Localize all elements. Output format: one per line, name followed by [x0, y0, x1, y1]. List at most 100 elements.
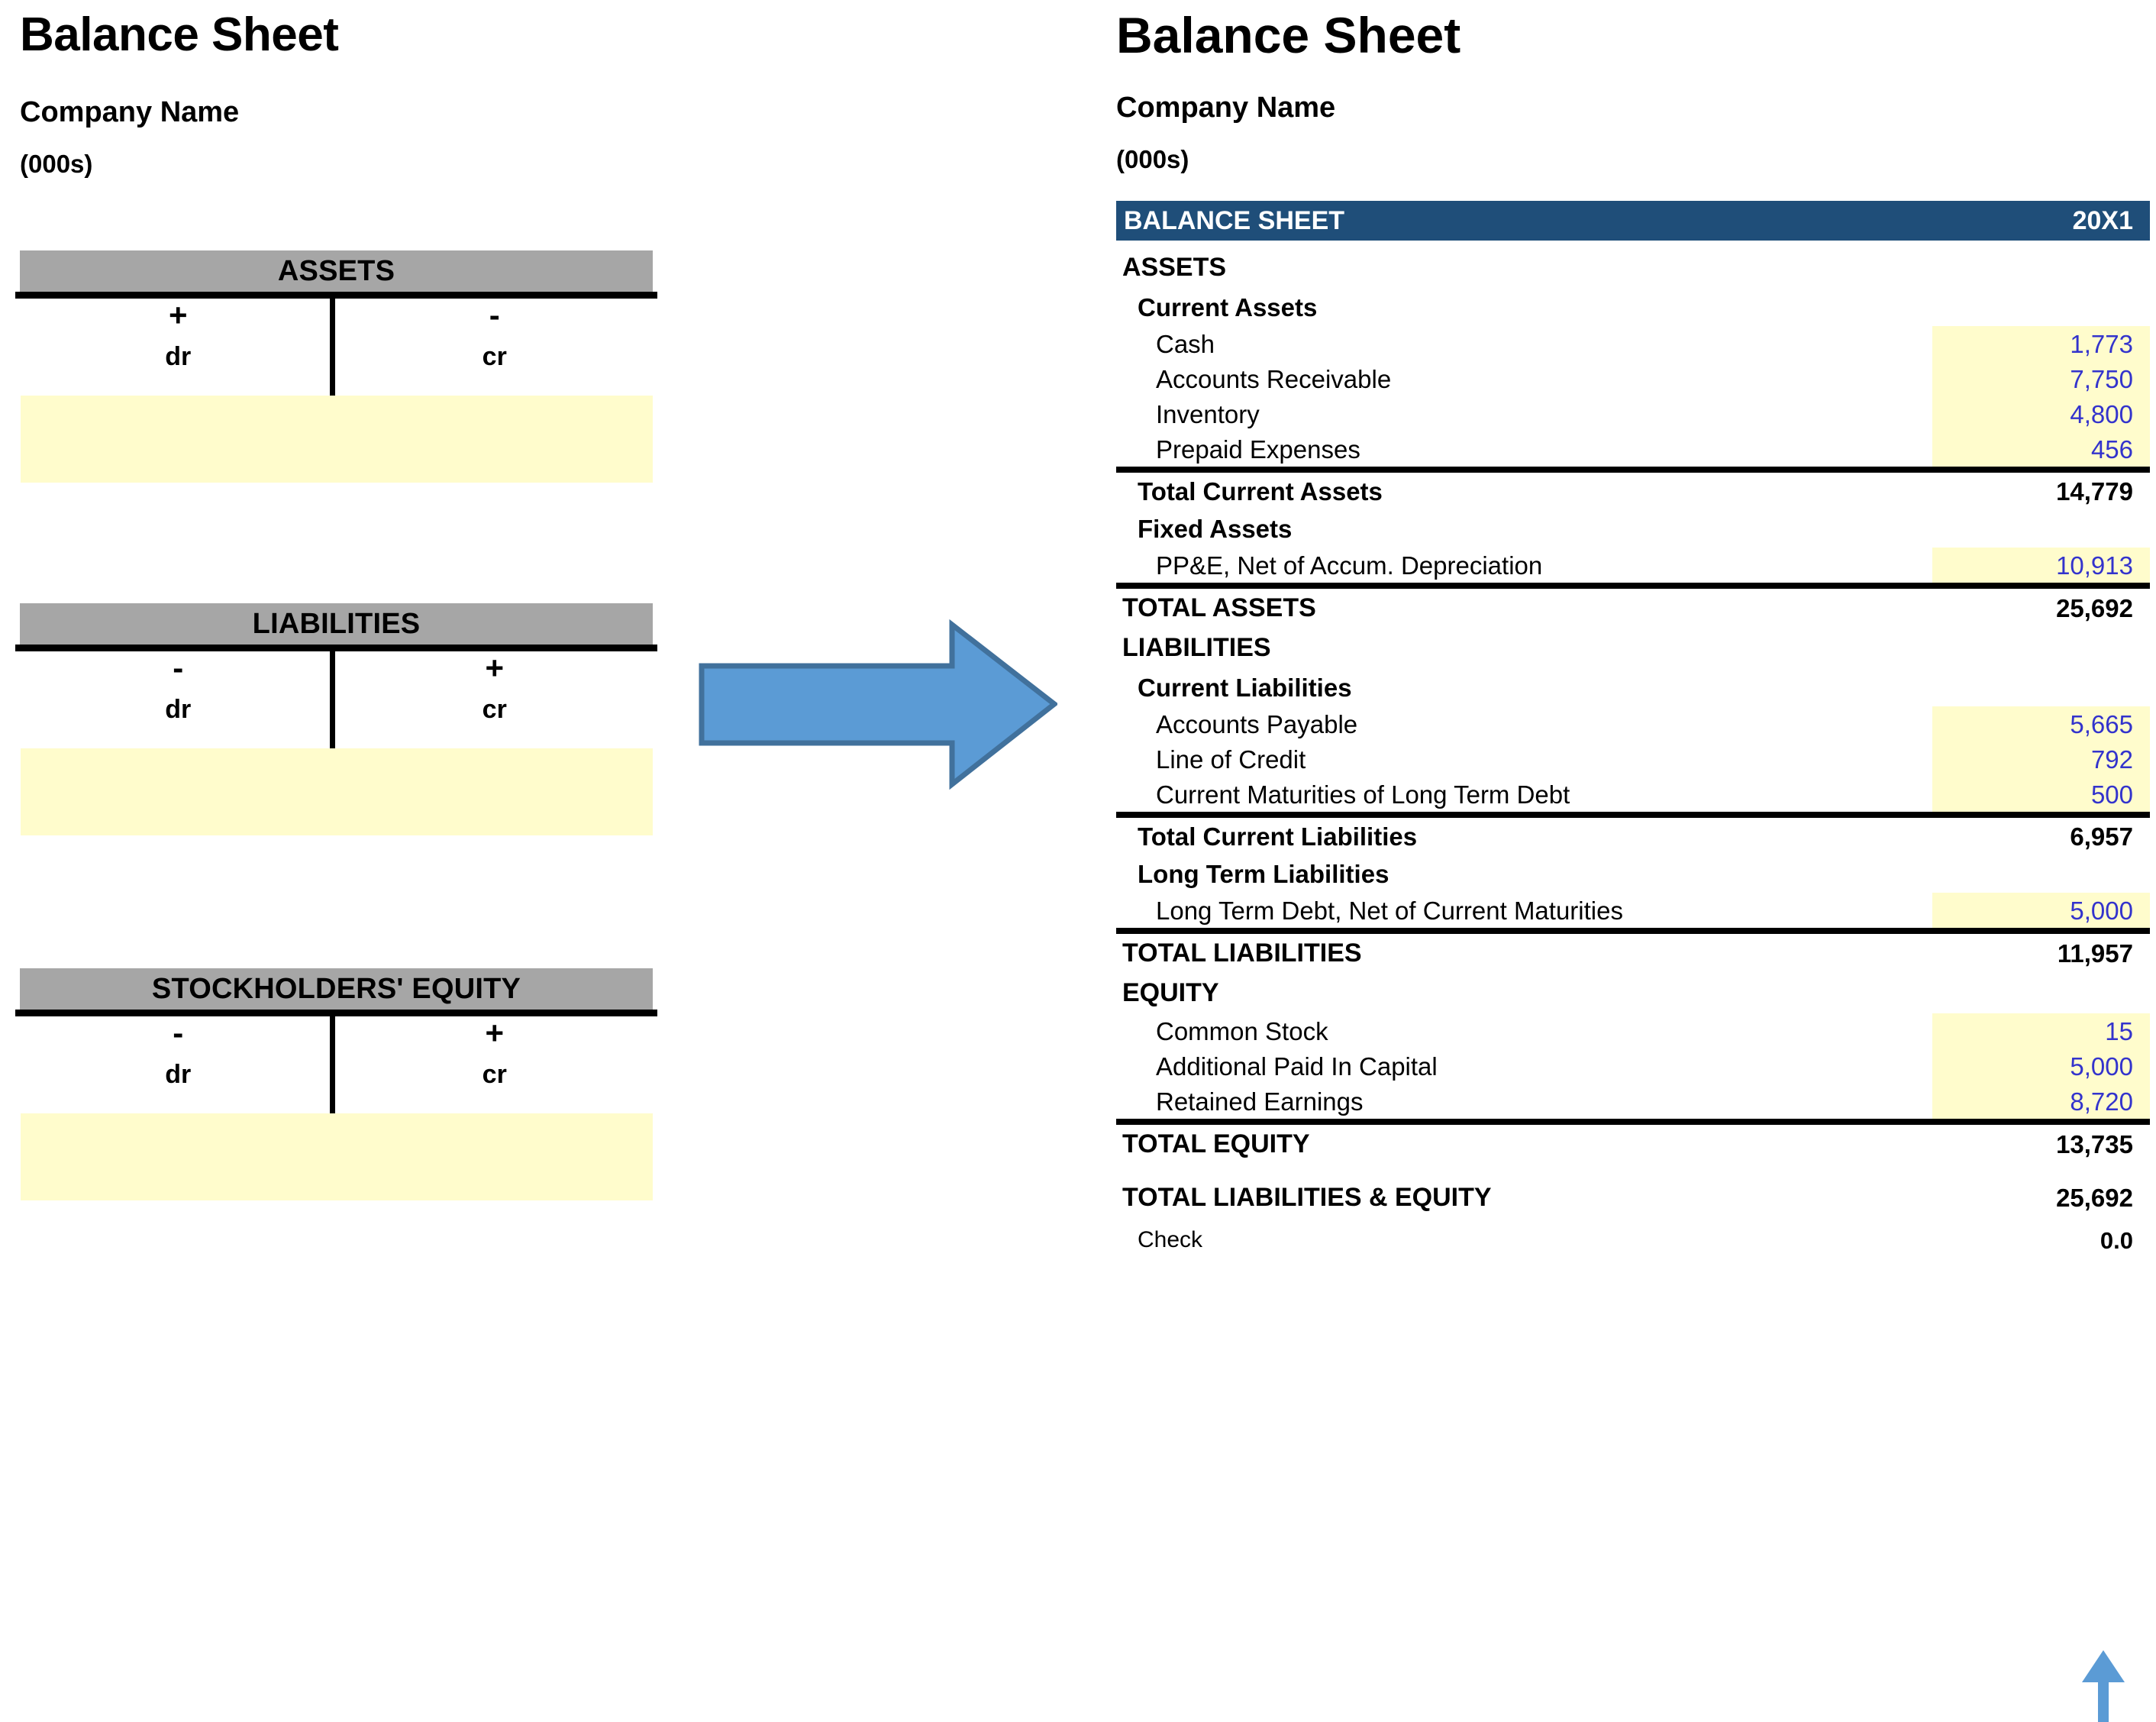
row-total-liabilities-label: TOTAL LIABILITIES: [1122, 939, 1362, 968]
t-account-liabilities: LIABILITIES - dr + cr: [15, 603, 657, 835]
section-liabilities-label: LIABILITIES: [1122, 633, 1271, 662]
section-assets-label: ASSETS: [1122, 253, 1227, 282]
t-account-stockholders-equity: STOCKHOLDERS' EQUITY - dr + cr: [15, 968, 657, 1200]
debit-label: dr: [165, 1060, 192, 1089]
credit-label: cr: [482, 342, 507, 371]
row-retained-earnings-value[interactable]: 8,720: [1932, 1089, 2150, 1114]
right-company-name: Company Name: [1116, 92, 1336, 124]
t-account-assets-credit-column: - cr: [337, 292, 654, 395]
section-assets: ASSETS: [1116, 247, 2150, 288]
t-account-assets-header: ASSETS: [20, 250, 653, 292]
row-current-maturities-value[interactable]: 500: [1932, 782, 2150, 807]
right-units-label: (000s): [1116, 145, 1189, 173]
section-equity: EQUITY: [1116, 972, 2150, 1013]
t-account-stockholders-equity-header: STOCKHOLDERS' EQUITY: [20, 968, 653, 1010]
row-prepaid-expenses: Prepaid Expenses 456: [1116, 431, 2150, 467]
row-total-current-assets-value: 14,779: [2056, 477, 2133, 506]
row-additional-paid-in-capital-label: Additional Paid In Capital: [1156, 1052, 1438, 1081]
debit-sign: -: [173, 650, 184, 686]
subsection-current-assets: Current Assets: [1116, 288, 2150, 326]
row-total-equity-label: TOTAL EQUITY: [1122, 1129, 1310, 1158]
row-common-stock: Common Stock 15: [1116, 1013, 2150, 1048]
row-additional-paid-in-capital-value[interactable]: 5,000: [1932, 1054, 2150, 1079]
row-total-equity: TOTAL EQUITY 13,735: [1116, 1119, 2150, 1163]
row-long-term-debt-label: Long Term Debt, Net of Current Maturitie…: [1156, 896, 1623, 925]
t-account-liabilities-entry-area[interactable]: [21, 748, 653, 835]
debit-sign: -: [173, 1015, 184, 1051]
row-line-of-credit-value[interactable]: 792: [1932, 747, 2150, 772]
row-line-of-credit: Line of Credit 792: [1116, 741, 2150, 777]
balance-sheet-panel: Balance Sheet Company Name (000s) BALANC…: [1116, 0, 2156, 1722]
row-total-assets: TOTAL ASSETS 25,692: [1116, 583, 2150, 627]
right-arrow-icon: [699, 619, 1057, 790]
subsection-long-term-liabilities: Long Term Liabilities: [1116, 855, 2150, 893]
row-accounts-payable: Accounts Payable 5,665: [1116, 706, 2150, 741]
row-total-equity-value: 13,735: [2056, 1129, 2133, 1158]
row-total-liabilities-and-equity: TOTAL LIABILITIES & EQUITY 25,692: [1116, 1174, 2150, 1221]
up-arrow-icon: [2082, 1650, 2125, 1722]
subsection-long-term-liabilities-label: Long Term Liabilities: [1138, 859, 1389, 888]
t-account-stockholders-equity-body: - dr + cr: [20, 1010, 653, 1200]
t-account-liabilities-body: - dr + cr: [20, 645, 653, 835]
row-inventory-label: Inventory: [1156, 399, 1260, 428]
balance-sheet-header-label: BALANCE SHEET: [1124, 206, 1345, 235]
t-account-liabilities-credit-column: + cr: [337, 645, 654, 748]
credit-sign: +: [485, 650, 505, 686]
row-long-term-debt-value[interactable]: 5,000: [1932, 898, 2150, 923]
left-company-name: Company Name: [20, 96, 240, 128]
row-total-liabilities-and-equity-label: TOTAL LIABILITIES & EQUITY: [1122, 1183, 1492, 1212]
row-current-maturities: Current Maturities of Long Term Debt 500: [1116, 777, 2150, 812]
t-account-panel: Balance Sheet Company Name (000s) ASSETS…: [0, 0, 1069, 1722]
row-total-assets-label: TOTAL ASSETS: [1122, 593, 1316, 622]
row-common-stock-label: Common Stock: [1156, 1016, 1328, 1045]
credit-label: cr: [482, 1060, 507, 1089]
t-account-assets: ASSETS + dr - cr: [15, 250, 657, 483]
right-page-title: Balance Sheet: [1116, 7, 1461, 63]
credit-sign: -: [489, 297, 500, 333]
row-ppe-net-label: PP&E, Net of Accum. Depreciation: [1156, 551, 1543, 580]
subsection-current-liabilities-label: Current Liabilities: [1138, 673, 1352, 702]
section-liabilities: LIABILITIES: [1116, 627, 2150, 668]
row-prepaid-expenses-value[interactable]: 456: [1932, 437, 2150, 462]
left-page-title: Balance Sheet: [20, 8, 339, 61]
row-accounts-receivable-label: Accounts Receivable: [1156, 364, 1392, 393]
row-check-value: 0.0: [2100, 1226, 2133, 1254]
row-inventory-value[interactable]: 4,800: [1932, 402, 2150, 427]
t-account-liabilities-header: LIABILITIES: [20, 603, 653, 645]
subsection-current-assets-label: Current Assets: [1138, 292, 1318, 321]
row-line-of-credit-label: Line of Credit: [1156, 745, 1306, 774]
row-cash-label: Cash: [1156, 329, 1215, 358]
row-total-current-liabilities: Total Current Liabilities 6,957: [1116, 812, 2150, 855]
balance-sheet-period: 20X1: [2072, 206, 2133, 235]
debit-sign: +: [168, 297, 188, 333]
t-account-liabilities-debit-column: - dr: [20, 645, 337, 748]
row-accounts-receivable: Accounts Receivable 7,750: [1116, 361, 2150, 396]
section-equity-label: EQUITY: [1122, 978, 1219, 1007]
row-additional-paid-in-capital: Additional Paid In Capital 5,000: [1116, 1048, 2150, 1084]
row-accounts-receivable-value[interactable]: 7,750: [1932, 367, 2150, 392]
row-cash-value[interactable]: 1,773: [1932, 331, 2150, 357]
debit-label: dr: [165, 342, 192, 371]
row-common-stock-value[interactable]: 15: [1932, 1019, 2150, 1044]
t-account-stockholders-equity-debit-column: - dr: [20, 1010, 337, 1113]
row-cash: Cash 1,773: [1116, 326, 2150, 361]
row-accounts-payable-label: Accounts Payable: [1156, 709, 1358, 738]
row-total-liabilities: TOTAL LIABILITIES 11,957: [1116, 928, 2150, 972]
row-total-current-assets: Total Current Assets 14,779: [1116, 467, 2150, 509]
row-total-liabilities-and-equity-value: 25,692: [2056, 1183, 2133, 1212]
t-account-stockholders-equity-entry-area[interactable]: [21, 1113, 653, 1200]
row-total-current-liabilities-value: 6,957: [2070, 822, 2133, 851]
row-long-term-debt: Long Term Debt, Net of Current Maturitie…: [1116, 893, 2150, 928]
subsection-current-liabilities: Current Liabilities: [1116, 668, 2150, 706]
row-total-assets-value: 25,692: [2056, 593, 2133, 622]
row-ppe-net-value[interactable]: 10,913: [1932, 553, 2150, 578]
subsection-fixed-assets: Fixed Assets: [1116, 509, 2150, 548]
balance-sheet-table: BALANCE SHEET 20X1 ASSETS Current Assets…: [1116, 201, 2150, 1259]
t-account-assets-entry-area[interactable]: [21, 396, 653, 483]
row-check-label: Check: [1138, 1227, 1203, 1252]
row-ppe-net: PP&E, Net of Accum. Depreciation 10,913: [1116, 548, 2150, 583]
balance-sheet-header-row: BALANCE SHEET 20X1: [1116, 201, 2150, 241]
debit-label: dr: [165, 695, 192, 724]
t-account-assets-body: + dr - cr: [20, 292, 653, 483]
row-accounts-payable-value[interactable]: 5,665: [1932, 712, 2150, 737]
